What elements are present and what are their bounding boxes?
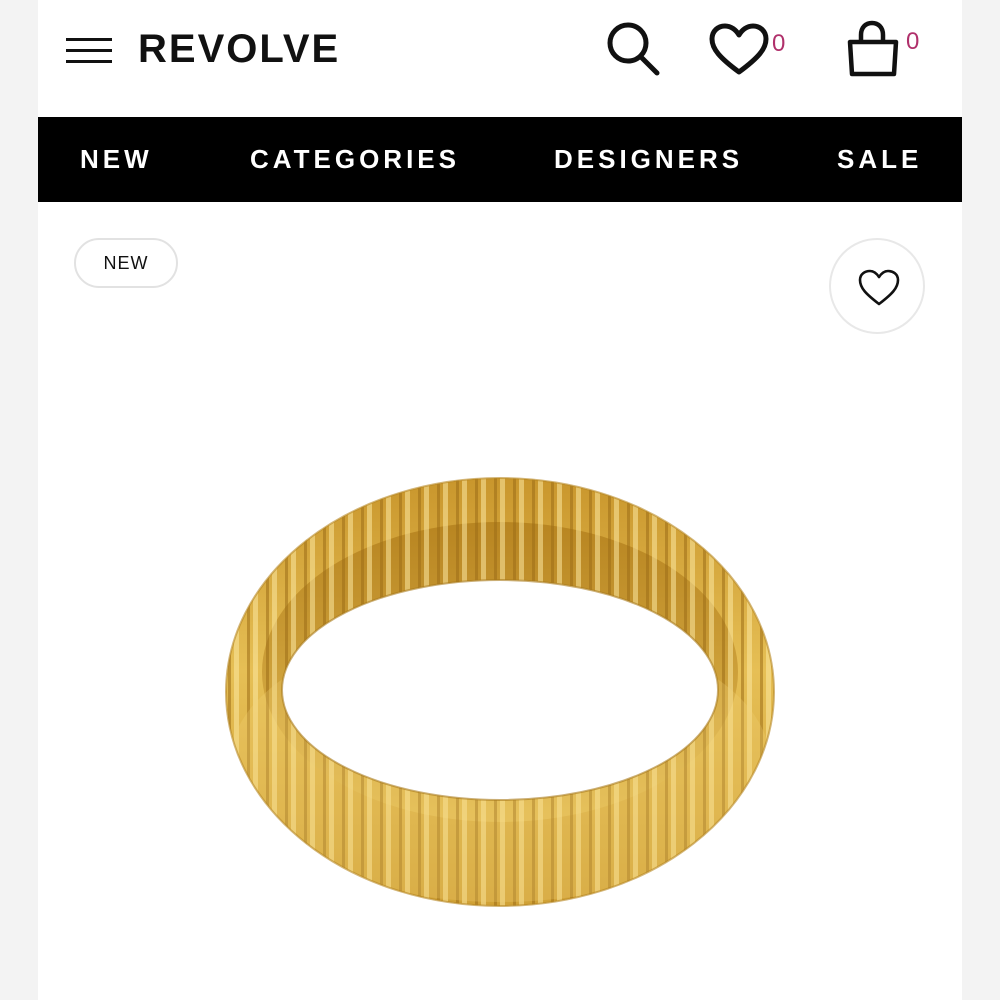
search-icon xyxy=(607,22,660,76)
main-nav: NEW CATEGORIES DESIGNERS SALE xyxy=(38,117,962,202)
wishlist-count: 0 xyxy=(772,30,786,57)
menu-icon[interactable] xyxy=(66,36,112,66)
nav-sale[interactable]: SALE xyxy=(837,117,922,202)
header: REVOLVE 0 0 xyxy=(38,0,962,117)
shopping-bag-icon xyxy=(847,20,899,77)
heart-icon xyxy=(709,23,769,75)
bag-count: 0 xyxy=(906,28,920,55)
nav-categories[interactable]: CATEGORIES xyxy=(250,117,460,202)
logo[interactable]: REVOLVE xyxy=(138,24,340,74)
product-image-area: NEW xyxy=(38,202,962,1000)
bag-button[interactable]: 0 xyxy=(844,18,934,80)
nav-designers[interactable]: DESIGNERS xyxy=(554,117,743,202)
search-button[interactable] xyxy=(602,18,664,80)
nav-new[interactable]: NEW xyxy=(80,117,153,202)
product-image[interactable] xyxy=(38,202,962,1000)
wishlist-button[interactable]: 0 xyxy=(708,20,798,80)
page: REVOLVE 0 0 NEW CATEGORIES DESIGNERS SAL… xyxy=(38,0,962,1000)
